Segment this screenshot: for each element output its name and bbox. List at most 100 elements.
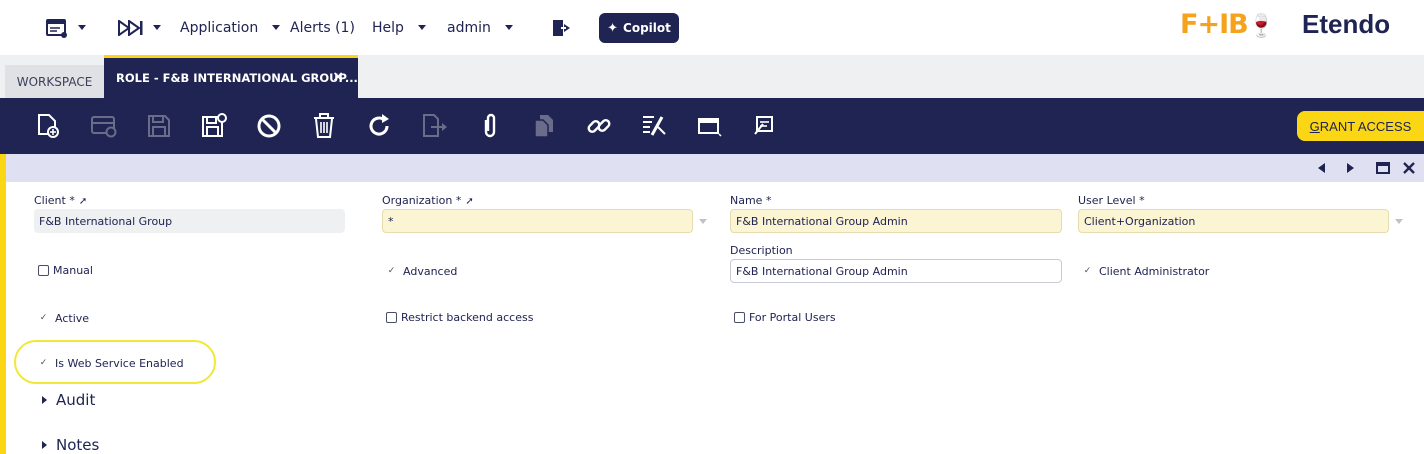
organization-field[interactable]: *	[382, 209, 693, 233]
top-navigation-bar: Application Alerts (1) Help admin ✦ Copi…	[0, 0, 1424, 55]
organization-dropdown-icon[interactable]	[699, 219, 707, 224]
edit-list-icon	[643, 116, 666, 136]
checkbox-unchecked-icon	[38, 265, 49, 276]
caret-right-icon	[42, 396, 47, 404]
user-level-field[interactable]: Client+Organization	[1078, 209, 1389, 233]
chevron-down-icon	[417, 25, 426, 30]
new-document-button[interactable]	[34, 112, 62, 140]
clone-button[interactable]	[530, 112, 558, 140]
link-arrow-icon[interactable]: ➚	[79, 196, 87, 207]
window-list-icon	[46, 18, 67, 38]
toggle-grid-button[interactable]	[696, 112, 724, 140]
chevron-down-icon	[504, 25, 513, 30]
save-button[interactable]	[145, 112, 173, 140]
notes-section-toggle[interactable]: Notes	[42, 436, 99, 454]
audit-section-label: Audit	[56, 391, 96, 409]
audit-section-toggle[interactable]: Audit	[42, 391, 95, 409]
active-label: Active	[55, 312, 90, 325]
grant-access-button[interactable]: G RANT ACCESS	[1297, 111, 1424, 141]
user-level-dropdown-icon[interactable]	[1395, 219, 1403, 224]
grant-access-label: RANT ACCESS	[1319, 118, 1412, 134]
link-icon	[587, 119, 611, 133]
chevron-left-icon	[1318, 163, 1325, 173]
active-checkbox[interactable]: ✓ Active	[38, 312, 89, 325]
user-menu[interactable]: admin	[447, 0, 513, 55]
web-service-checkbox[interactable]: ✓ Is Web Service Enabled	[38, 357, 184, 370]
application-menu[interactable]: Application	[180, 0, 281, 55]
tab-workspace[interactable]: WORKSPACE	[5, 65, 104, 98]
quick-launch-menu[interactable]	[118, 0, 161, 55]
previous-record-button[interactable]	[1314, 160, 1330, 176]
maximize-button[interactable]	[1375, 160, 1391, 176]
name-label: Name *	[730, 194, 772, 207]
refresh-icon	[369, 114, 389, 136]
alerts-label: Alerts (1)	[290, 19, 355, 36]
chevron-down-icon	[272, 25, 281, 30]
copy-icon	[534, 115, 553, 138]
new-row-button[interactable]	[90, 112, 118, 140]
wine-glass-icon: 🍷	[1247, 14, 1275, 39]
audit-trail-button[interactable]	[640, 112, 668, 140]
notes-button[interactable]	[751, 112, 779, 140]
copilot-button[interactable]: ✦ Copilot	[599, 13, 679, 43]
cancel-icon	[257, 114, 281, 138]
window-toolbar: G RANT ACCESS	[0, 98, 1424, 154]
tab-role[interactable]: ROLE - F&B INTERNATIONAL GROUP... ×	[104, 55, 358, 98]
portal-users-checkbox[interactable]: For Portal Users	[734, 311, 836, 324]
chevron-down-icon	[153, 25, 161, 30]
checkmark-icon: ✓	[387, 266, 396, 276]
restrict-backend-checkbox[interactable]: Restrict backend access	[386, 311, 533, 324]
checkmark-icon: ✓	[39, 358, 48, 368]
description-label: Description	[730, 244, 793, 257]
undo-button[interactable]	[255, 112, 283, 140]
description-field[interactable]: F&B International Group Admin	[730, 259, 1062, 283]
portal-users-label: For Portal Users	[749, 311, 836, 324]
copilot-label: Copilot	[623, 21, 671, 35]
save-close-button[interactable]	[200, 112, 228, 140]
caret-right-icon	[42, 441, 47, 449]
link-arrow-icon[interactable]: ➚	[465, 196, 473, 207]
link-button[interactable]	[585, 112, 613, 140]
client-admin-checkbox[interactable]: ✓ Client Administrator	[1082, 265, 1210, 278]
advanced-label: Advanced	[403, 265, 458, 278]
manual-label: Manual	[53, 264, 93, 277]
logout-button[interactable]	[552, 0, 572, 55]
restrict-backend-label: Restrict backend access	[401, 311, 534, 324]
close-form-button[interactable]	[1401, 160, 1417, 176]
checkbox-unchecked-icon	[734, 312, 745, 323]
help-menu[interactable]: Help	[372, 0, 426, 55]
etendo-logo: Etendo	[1302, 9, 1391, 39]
alerts-link[interactable]: Alerts (1)	[290, 0, 355, 55]
new-window-menu[interactable]	[46, 0, 86, 55]
client-admin-label: Client Administrator	[1099, 265, 1210, 278]
fast-forward-icon	[118, 19, 143, 36]
user-menu-label: admin	[447, 19, 491, 36]
maximize-icon	[1376, 162, 1390, 174]
close-icon[interactable]: ×	[332, 69, 344, 85]
advanced-checkbox[interactable]: ✓ Advanced	[386, 265, 458, 278]
fb-logo: F+IB🍷	[1180, 9, 1275, 40]
export-icon	[423, 114, 447, 137]
form-header-bar	[6, 154, 1424, 182]
attachment-button[interactable]	[476, 112, 504, 140]
delete-button[interactable]	[310, 112, 338, 140]
name-field[interactable]: F&B International Group Admin	[730, 209, 1062, 233]
client-field[interactable]: F&B International Group	[34, 209, 345, 233]
manual-checkbox[interactable]: Manual	[38, 264, 93, 277]
close-icon	[1403, 162, 1415, 174]
export-button[interactable]	[420, 112, 448, 140]
checkmark-icon: ✓	[39, 313, 48, 323]
logout-icon	[553, 19, 570, 36]
organization-label: Organization * ➚	[382, 194, 474, 207]
client-label-text: Client *	[34, 194, 75, 207]
save-close-icon	[202, 113, 227, 137]
next-record-button[interactable]	[1342, 160, 1358, 176]
organization-label-text: Organization *	[382, 194, 462, 207]
fb-logo-text: F+IB	[1180, 9, 1249, 40]
chevron-down-icon	[78, 25, 86, 30]
save-icon	[148, 115, 170, 137]
chevron-right-icon	[1347, 163, 1354, 173]
refresh-button[interactable]	[365, 112, 393, 140]
tab-bar: WORKSPACE ROLE - F&B INTERNATIONAL GROUP…	[0, 55, 1424, 98]
form-view-icon	[698, 118, 722, 137]
